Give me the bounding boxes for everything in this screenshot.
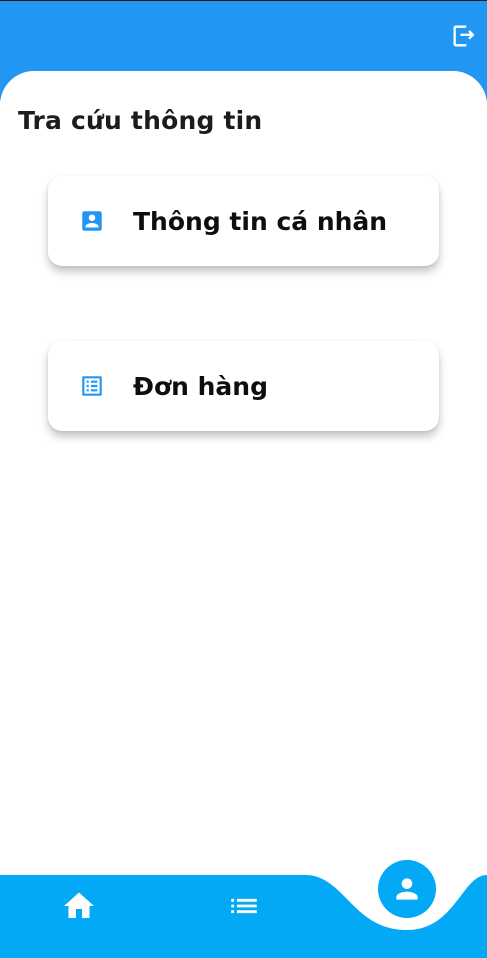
nav-home-button[interactable] (59, 886, 99, 926)
list-icon (231, 898, 257, 914)
orders-card[interactable]: Đơn hàng (48, 341, 439, 431)
logout-icon (453, 25, 475, 47)
bottom-navigation (0, 860, 487, 958)
account-box-icon (79, 208, 105, 234)
nav-profile-button[interactable] (378, 860, 436, 918)
list-alt-icon (79, 373, 105, 399)
nav-list-button[interactable] (224, 886, 264, 926)
personal-info-card[interactable]: Thông tin cá nhân (48, 176, 439, 266)
section-title: Tra cứu thông tin (18, 106, 263, 135)
personal-info-label: Thông tin cá nhân (133, 206, 388, 236)
logout-button[interactable] (449, 21, 479, 51)
home-icon (64, 892, 94, 918)
orders-label: Đơn hàng (133, 371, 268, 401)
person-icon (396, 878, 418, 900)
